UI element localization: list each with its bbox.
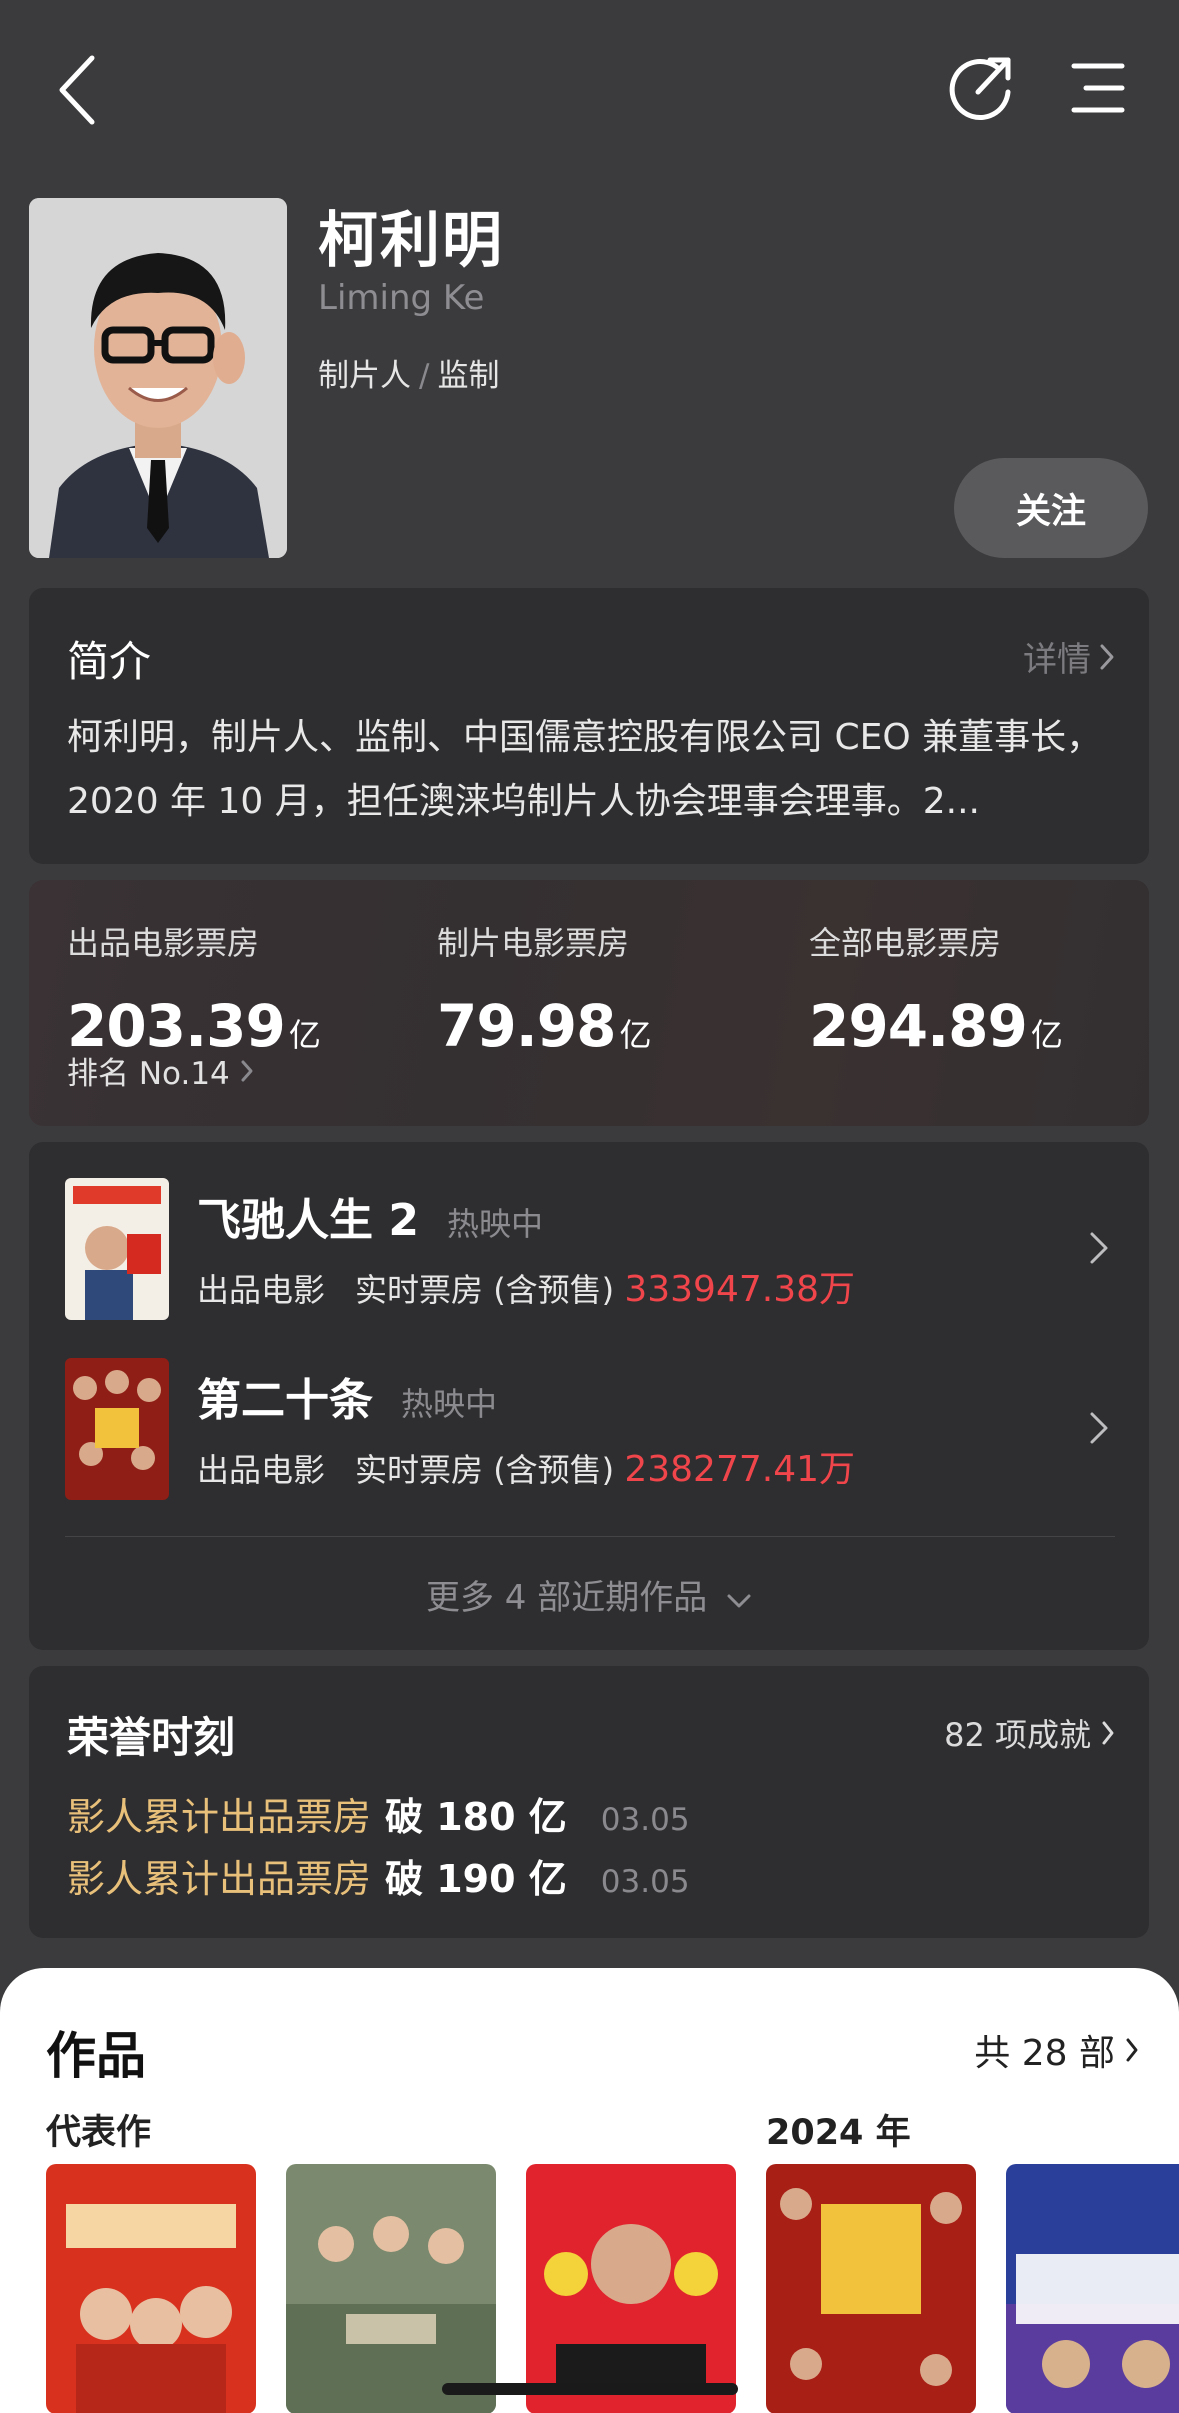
role-separator: / xyxy=(419,358,430,394)
stat-label: 全部电影票房 xyxy=(809,924,1002,962)
share-icon[interactable] xyxy=(948,52,1018,122)
avatar[interactable] xyxy=(29,198,287,558)
avatar-photo xyxy=(29,198,287,558)
film-poster xyxy=(65,1178,169,1320)
stat-label: 制片电影票房 xyxy=(437,924,630,962)
recent-films-card: 飞驰人生 2 热映中 出品电影 实时票房 (含预售) 333947.38万 第二十条… xyxy=(29,1142,1149,1650)
work-poster[interactable] xyxy=(1006,2164,1179,2413)
film-box-office: 333947.38万 xyxy=(624,1269,856,1310)
stat-producer: 制片电影票房 79.98 亿 xyxy=(437,918,651,1060)
film-title: 飞驰人生 2 热映中 xyxy=(197,1195,543,1246)
film-item[interactable]: 第二十条 热映中 出品电影 实时票房 (含预售) 238277.41万 xyxy=(65,1358,1115,1500)
intro-details-link[interactable]: 详情 xyxy=(1023,632,1115,681)
honors-title: 荣誉时刻 xyxy=(67,1713,236,1762)
follow-button[interactable]: 关注 xyxy=(954,458,1148,558)
box-office-stats-card: 出品电影票房 203.39 亿 制片电影票房 79.98 亿 全部电影票房 294.… xyxy=(29,880,1149,1126)
stat-production: 出品电影票房 203.39 亿 xyxy=(67,918,321,1060)
person-roles: 制片人 / 监制 xyxy=(318,350,499,395)
stat-value: 294.89 亿 xyxy=(809,992,1063,1060)
stat-label: 出品电影票房 xyxy=(67,924,260,962)
chevron-right-icon xyxy=(1102,1721,1114,1745)
top-nav xyxy=(0,0,1179,180)
more-works-toggle[interactable]: 更多 4 部近期作品 xyxy=(29,1570,1149,1619)
intro-details-label: 详情 xyxy=(1023,640,1091,680)
film-meta: 出品电影 实时票房 (含预售) 333947.38万 xyxy=(197,1269,856,1310)
ranking-label: 排名 No.14 xyxy=(67,1056,230,1092)
chevron-left-icon[interactable] xyxy=(50,52,110,128)
stat-all: 全部电影票房 294.89 亿 xyxy=(809,918,1063,1060)
honor-item[interactable]: 影人累计出品票房破 180 亿 03.05 xyxy=(67,1786,690,1841)
intro-text: 柯利明，制片人、监制、中国儒意控股有限公司 CEO 兼董事长，2020 年 10… xyxy=(67,717,1103,822)
chevron-right-icon xyxy=(1090,1412,1108,1444)
ranking-link[interactable]: 排名 No.14 xyxy=(67,1048,254,1093)
role-label: 制片人 xyxy=(318,358,411,394)
work-poster[interactable] xyxy=(46,2164,256,2413)
representative-works-label: 代表作 xyxy=(46,2113,152,2153)
film-item[interactable]: 飞驰人生 2 热映中 出品电影 实时票房 (含预售) 333947.38万 xyxy=(65,1178,1115,1320)
works-section: 作品 共 28 部 代表作 2024 年 xyxy=(0,1968,1179,2413)
film-status: 热映中 xyxy=(401,1385,498,1423)
works-title: 作品 xyxy=(46,2027,146,2085)
year-works-label: 2024 年 xyxy=(766,2113,911,2153)
stat-value: 79.98 亿 xyxy=(437,992,651,1060)
chevron-right-icon xyxy=(1100,644,1114,669)
home-indicator[interactable] xyxy=(442,2383,738,2395)
film-status: 热映中 xyxy=(446,1205,543,1243)
chevron-right-icon xyxy=(241,1060,253,1081)
film-poster xyxy=(65,1358,169,1500)
person-name: 柯利明 xyxy=(318,206,504,276)
film-meta: 出品电影 实时票房 (含预售) 238277.41万 xyxy=(197,1449,856,1490)
honors-card: 荣誉时刻 82 项成就 影人累计出品票房破 180 亿 03.05 影人累计出品票… xyxy=(29,1666,1149,1938)
work-poster[interactable] xyxy=(526,2164,736,2413)
work-poster[interactable] xyxy=(286,2164,496,2413)
role-label: 监制 xyxy=(437,358,500,394)
honor-item[interactable]: 影人累计出品票房破 190 亿 03.05 xyxy=(67,1848,690,1903)
menu-icon[interactable] xyxy=(1068,58,1128,118)
intro-card[interactable]: 简介 详情 柯利明，制片人、监制、中国儒意控股有限公司 CEO 兼董事长，202… xyxy=(29,588,1149,864)
divider xyxy=(65,1536,1115,1537)
work-poster[interactable] xyxy=(766,2164,976,2413)
chevron-down-icon xyxy=(727,1594,751,1608)
actor-profile-page: 柯利明 Liming Ke 制片人 / 监制 关注 简介 详情 柯利明，制片人、监制… xyxy=(0,0,1179,2413)
chevron-right-icon xyxy=(1090,1232,1108,1264)
person-name-english: Liming Ke xyxy=(318,278,485,318)
film-box-office: 238277.41万 xyxy=(624,1449,856,1490)
chevron-right-icon xyxy=(1126,2038,1138,2062)
intro-title: 简介 xyxy=(67,637,152,686)
works-count-link[interactable]: 共 28 部 xyxy=(974,2024,1139,2076)
film-title: 第二十条 热映中 xyxy=(197,1375,498,1426)
achievements-link[interactable]: 82 项成就 xyxy=(944,1710,1115,1756)
